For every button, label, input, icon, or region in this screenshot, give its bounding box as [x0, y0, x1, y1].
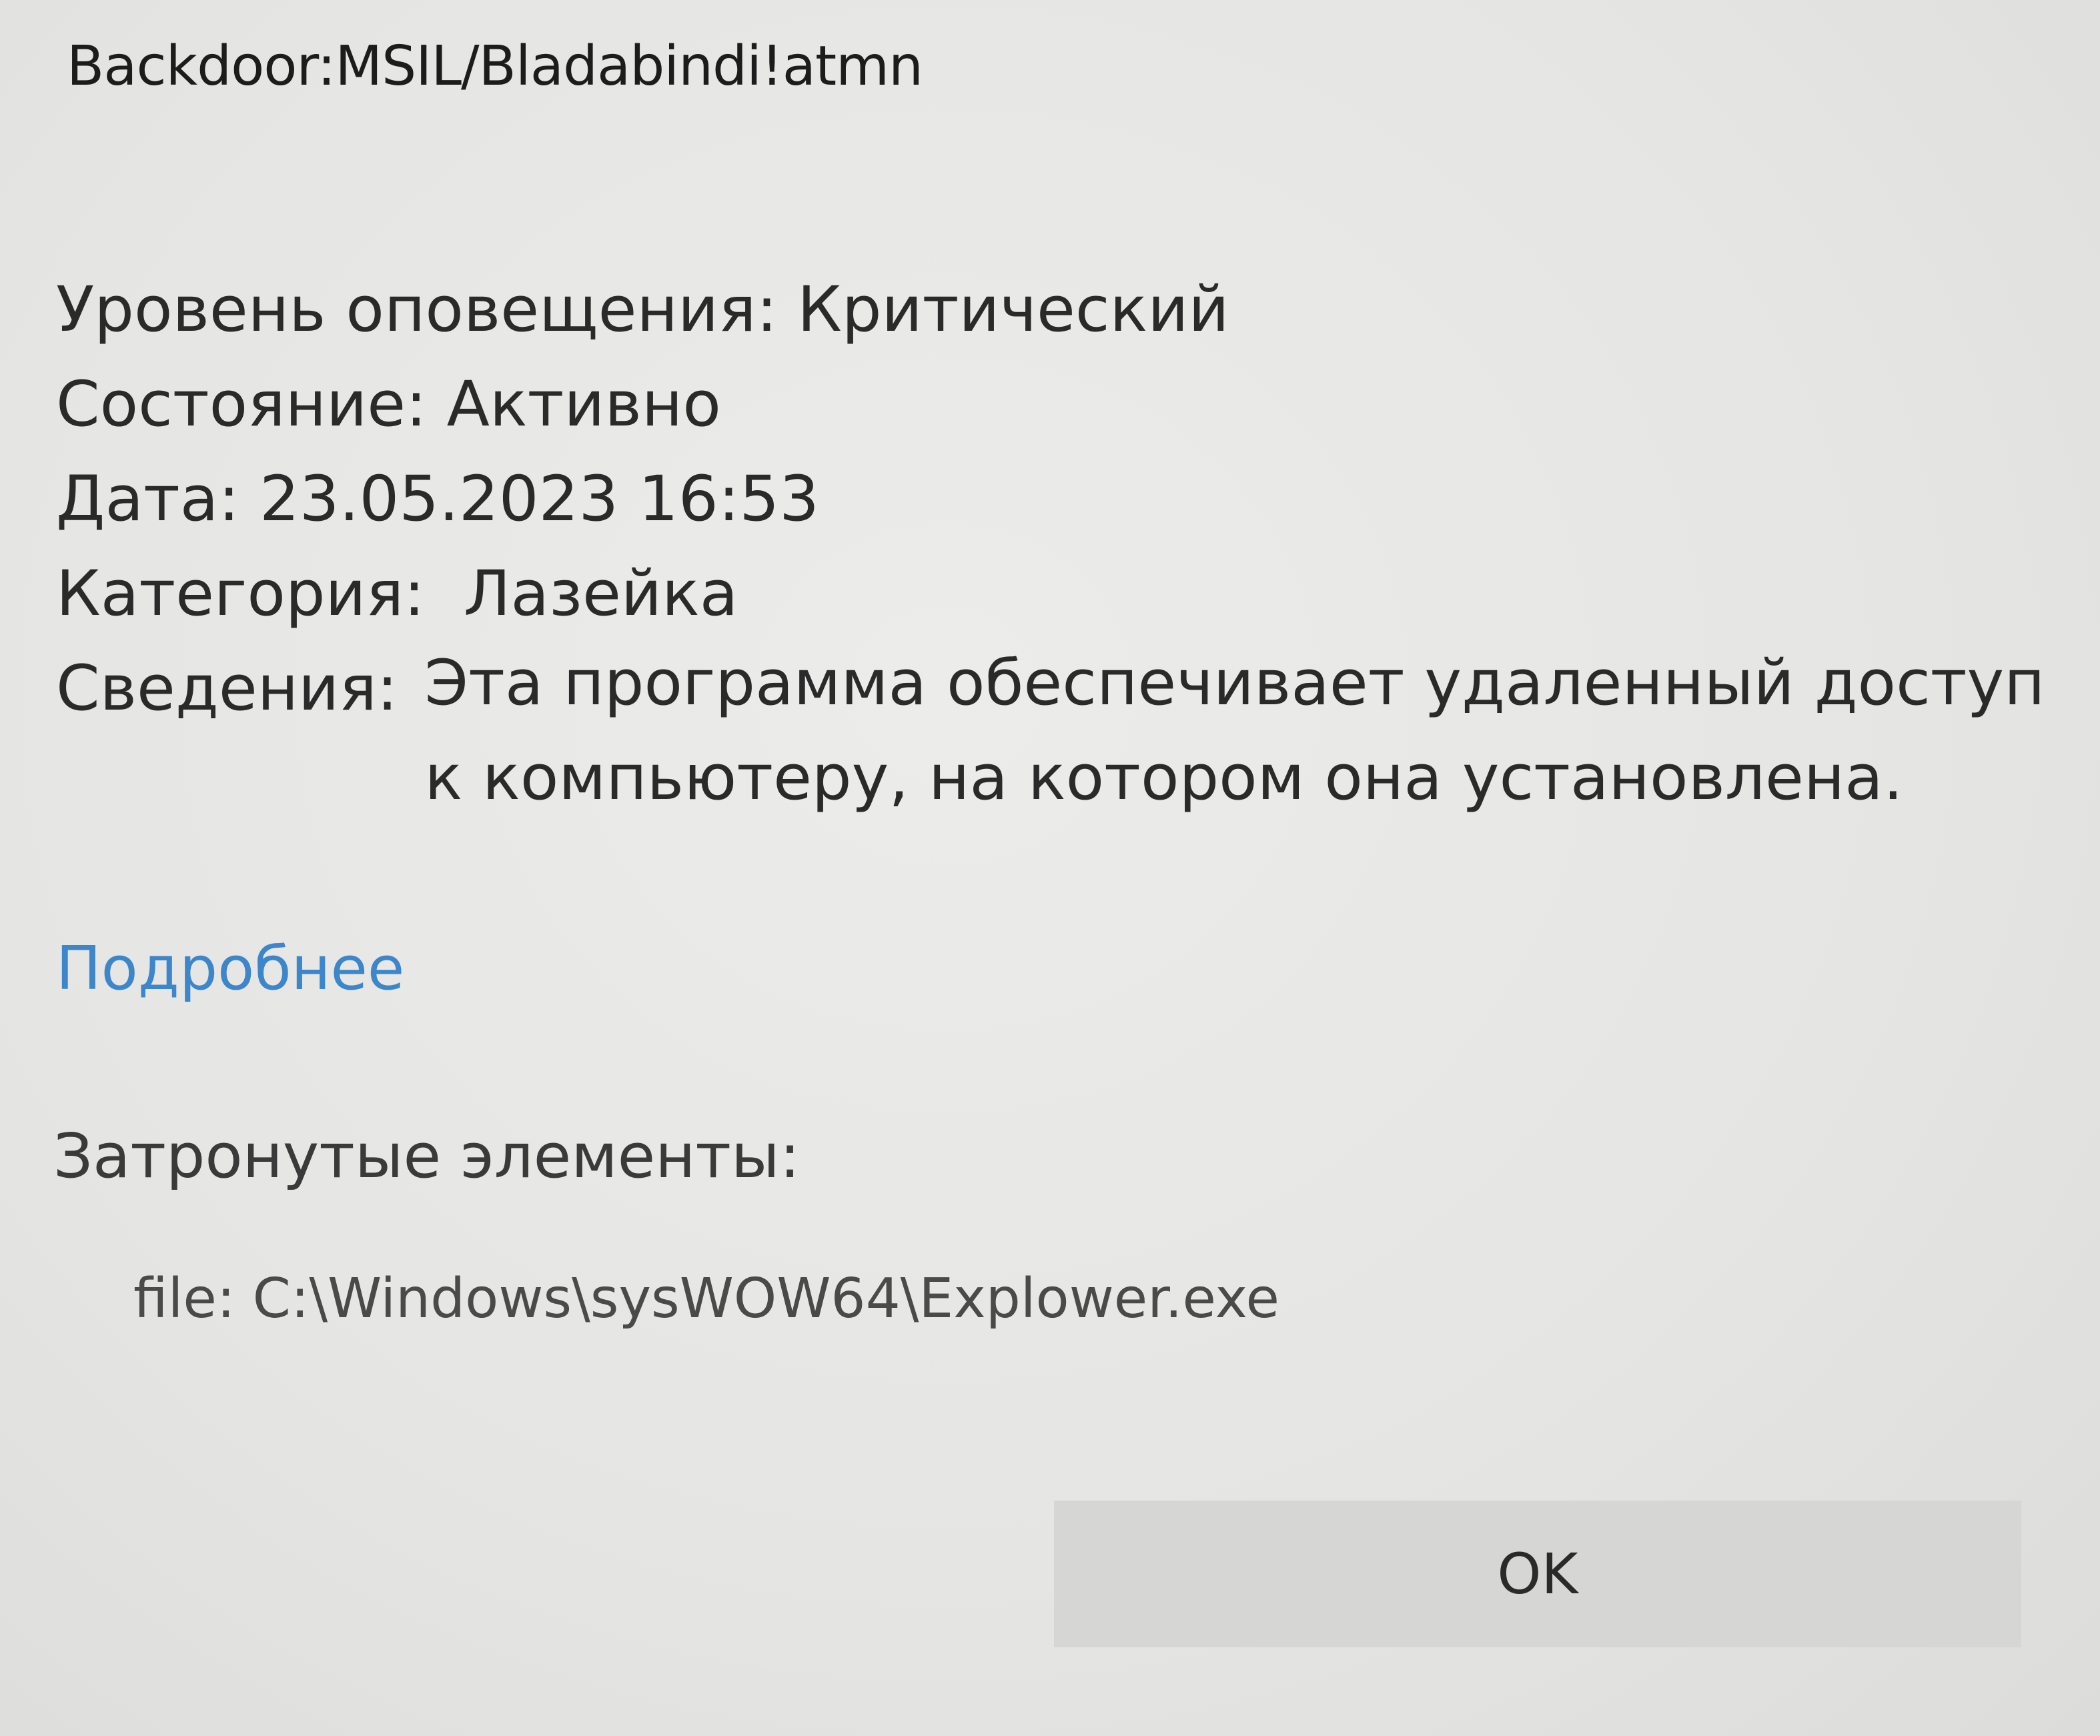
threat-details-dialog: Backdoor:MSIL/Bladabindi!atmn Уровень оп…	[0, 0, 2100, 1736]
affected-items-title: Затронутые элементы:	[53, 1120, 801, 1192]
category-value: Лазейка	[463, 558, 738, 630]
more-details-link[interactable]: Подробнее	[56, 934, 404, 1004]
info-row: Сведения: Эта программа обеспечивает уда…	[56, 647, 2085, 826]
threat-name-title: Backdoor:MSIL/Bladabindi!atmn	[67, 35, 923, 98]
affected-file-item: file: C:\Windows\sysWOW64\Explower.exe	[133, 1267, 1279, 1331]
ok-button[interactable]: OK	[1054, 1501, 2021, 1647]
category-row: Категория: Лазейка	[56, 558, 738, 630]
info-label: Сведения:	[56, 652, 398, 725]
date-text: Дата: 23.05.2023 16:53	[56, 463, 819, 536]
alert-level-text: Уровень оповещения: Критический	[56, 273, 1229, 346]
category-label: Категория:	[56, 558, 425, 630]
info-value: Эта программа обеспечивает удаленный дос…	[424, 647, 2045, 814]
status-text: Состояние: Активно	[56, 368, 721, 441]
